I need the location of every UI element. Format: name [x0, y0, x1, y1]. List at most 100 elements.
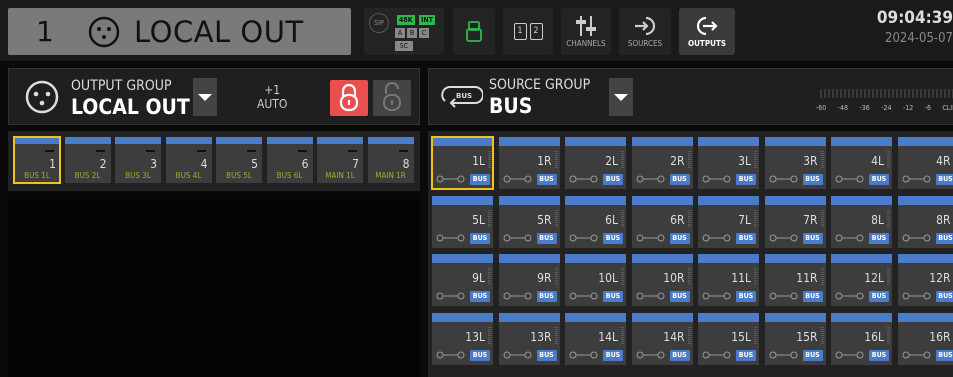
level-meter-scale: -60 -48 -36 -24 -12 -6 CLIP	[816, 104, 953, 112]
output-group-dropdown-button[interactable]	[193, 78, 217, 116]
source-tile-3r[interactable]: 3R BUS	[764, 137, 826, 189]
output-tile-indicator	[247, 150, 256, 152]
meter-tick-label: -36	[859, 104, 870, 112]
page-two-icon: 2	[529, 23, 543, 40]
source-group-dropdown-button[interactable]	[609, 78, 633, 116]
channel-title-box[interactable]: 1 LOCAL OUT	[8, 8, 351, 55]
output-tile-2[interactable]: 2 BUS 2L	[64, 137, 111, 183]
source-tile-14l[interactable]: 14L BUS	[565, 312, 626, 365]
source-tile-4r[interactable]: 4R BUS	[897, 137, 953, 189]
sources-button-label: SOURCES	[627, 39, 663, 48]
source-tile-7r[interactable]: 7R BUS	[764, 195, 826, 248]
stereo-link-icon	[636, 234, 664, 241]
output-tile-indicator	[45, 150, 54, 152]
output-tile-bar	[165, 137, 212, 144]
source-tile-bar	[831, 195, 892, 205]
source-tile-10l[interactable]: 10L BUS	[565, 254, 626, 306]
source-tile-4l[interactable]: 4L BUS	[831, 137, 892, 189]
output-tile-1[interactable]: 1 BUS 1L	[13, 136, 61, 184]
source-tile-11l[interactable]: 11L BUS	[698, 254, 759, 306]
bus-badge: BUS	[869, 174, 889, 185]
usb-button[interactable]	[453, 8, 495, 55]
stereo-link-icon	[503, 175, 531, 183]
source-tile-7l[interactable]: 7L BUS	[698, 195, 759, 248]
source-tile-10r[interactable]: 10R BUS	[631, 254, 693, 306]
stereo-link-icon	[902, 175, 930, 183]
source-tile-label: 7R	[803, 212, 818, 227]
source-tile-5l[interactable]: 5L BUS	[432, 195, 493, 248]
bus-badge: BUS	[669, 291, 690, 302]
source-tile-6r[interactable]: 6R BUS	[631, 195, 693, 248]
stereo-link-icon	[569, 292, 598, 300]
source-tile-11r[interactable]: 11R BUS	[764, 254, 826, 306]
output-tile-7[interactable]: 7 MAIN 1L	[317, 137, 363, 183]
source-tile-bar	[565, 195, 626, 205]
source-tile-meter	[687, 326, 691, 345]
source-tile-5r[interactable]: 5R BUS	[498, 195, 560, 248]
page-select-button[interactable]: 1 2	[503, 8, 553, 55]
source-tile-9r[interactable]: 9R BUS	[498, 254, 560, 306]
bus-badge: BUS	[736, 174, 756, 185]
channels-button[interactable]: CHANNELS	[561, 8, 611, 55]
sources-button[interactable]: SOURCES	[619, 8, 671, 55]
output-tile-8[interactable]: 8 MAIN 1R	[367, 137, 414, 183]
stereo-link-icon	[636, 351, 664, 358]
source-tile-bar	[498, 137, 560, 146]
source-tile-3l[interactable]: 3L BUS	[698, 137, 759, 189]
source-tile-label: 7L	[738, 212, 751, 227]
offset-auto-indicator[interactable]: +1 AUTO	[257, 83, 287, 111]
source-tile-12r[interactable]: 12R BUS	[897, 254, 953, 306]
source-tile-12l[interactable]: 12L BUS	[831, 254, 892, 306]
output-tile-label: BUS 2L	[74, 171, 101, 180]
output-tile-3[interactable]: 3 BUS 3L	[115, 137, 161, 183]
lock-button[interactable]	[330, 80, 368, 116]
source-tile-8r[interactable]: 8R BUS	[897, 195, 953, 248]
output-tile-5[interactable]: 5 BUS 5L	[216, 137, 262, 183]
source-tile-meter	[754, 268, 757, 286]
meter-tick-label: -6	[924, 104, 931, 112]
source-tile-2r[interactable]: 2R BUS	[631, 137, 693, 189]
bus-badge: BUS	[603, 232, 623, 244]
bus-badge: BUS	[536, 349, 557, 361]
source-tile-meter	[554, 326, 558, 345]
source-tile-8l[interactable]: 8L BUS	[831, 195, 892, 248]
source-tile-16l[interactable]: 16L BUS	[831, 312, 892, 365]
source-group-name: BUS	[489, 94, 533, 118]
output-tile-4[interactable]: 4 BUS 4L	[165, 137, 212, 183]
sync-status-panel[interactable]: SIP 48K INT A B C SC	[364, 8, 444, 55]
source-tile-16r[interactable]: 16R BUS	[897, 312, 953, 365]
source-tile-9l[interactable]: 9L BUS	[432, 254, 493, 306]
bus-badge: BUS	[869, 349, 889, 361]
source-tile-14r[interactable]: 14R BUS	[631, 312, 693, 365]
source-tile-6l[interactable]: 6L BUS	[565, 195, 626, 248]
bus-badge: BUS	[869, 291, 889, 302]
bus-badge: BUS	[935, 291, 953, 302]
output-tile-number: 5	[251, 157, 258, 171]
source-tile-bar	[498, 195, 560, 205]
source-tile-label: 10L	[598, 271, 618, 285]
source-tile-15l[interactable]: 15L BUS	[698, 312, 759, 365]
clock-time: 09:04:39	[876, 8, 953, 28]
source-tile-1l[interactable]: 1L BUS	[431, 136, 494, 190]
output-tile-6[interactable]: 6 BUS 6L	[266, 137, 313, 183]
output-tile-bar	[64, 137, 111, 144]
stereo-link-icon	[835, 175, 864, 183]
source-tile-label: 1L	[472, 154, 485, 168]
source-tile-2l[interactable]: 2L BUS	[565, 137, 626, 189]
source-tile-13r[interactable]: 13R BUS	[498, 312, 560, 365]
source-tile-meter	[621, 151, 624, 169]
source-tile-13l[interactable]: 13L BUS	[432, 312, 493, 365]
source-tile-meter	[754, 209, 757, 228]
faders-icon	[576, 16, 596, 36]
source-tile-label: 1R	[537, 154, 552, 168]
unlock-button[interactable]	[373, 80, 411, 116]
sync-a-badge: A	[395, 28, 405, 38]
stereo-link-icon	[569, 175, 598, 183]
source-tile-15r[interactable]: 15R BUS	[764, 312, 826, 365]
source-tile-1r[interactable]: 1R BUS	[498, 137, 560, 189]
output-tile-number: 6	[301, 157, 309, 171]
bus-badge: BUS	[935, 232, 953, 244]
level-meter: -60 -48 -36 -24 -12 -6 CLIP	[816, 89, 953, 119]
source-tile-bar	[897, 137, 953, 146]
outputs-button[interactable]: OUTPUTS	[679, 8, 735, 55]
